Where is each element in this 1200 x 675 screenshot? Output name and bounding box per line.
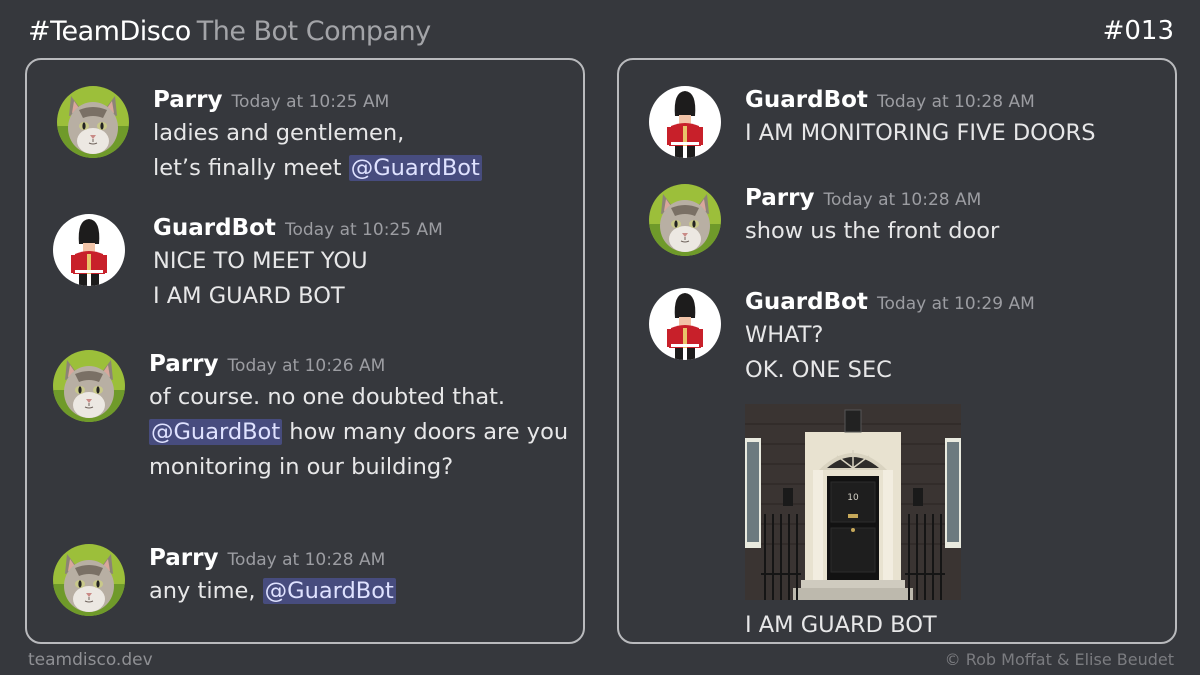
message-text: ladies and gentlemen, — [153, 120, 405, 146]
user-mention[interactable]: @GuardBot — [348, 155, 482, 181]
message-text-fragment: any time, — [149, 578, 263, 604]
message-timestamp: Today at 10:29 AM — [877, 294, 1035, 314]
user-mention[interactable]: @GuardBot — [262, 578, 396, 604]
front-door-photo[interactable]: 10 — [745, 404, 961, 600]
message-timestamp: Today at 10:28 AM — [227, 550, 386, 570]
chat-panel-right[interactable]: GuardBot Today at 10:28 AM I AM MONITORI… — [617, 58, 1177, 644]
message-timestamp: Today at 10:26 AM — [227, 356, 386, 376]
message-timestamp: Today at 10:25 AM — [231, 92, 390, 112]
svg-text:10: 10 — [847, 493, 859, 503]
message-text: monitoring in our building? — [149, 454, 454, 480]
message-author[interactable]: Parry — [149, 351, 218, 377]
message-text: I AM GUARD BOT — [745, 612, 937, 638]
user-mention[interactable]: @GuardBot — [149, 419, 283, 445]
message-text: let’s finally meet @GuardBot — [153, 151, 583, 186]
message-text: of course. no one doubted that. — [149, 384, 506, 410]
message-author[interactable]: GuardBot — [745, 289, 868, 315]
message-text: any time, @GuardBot — [149, 574, 579, 609]
message-text-fragment: let’s finally meet — [153, 155, 349, 181]
chat-message: GuardBot Today at 10:29 AM WHAT? OK. ONE… — [649, 288, 1149, 644]
message-text: @GuardBot how many doors are you — [149, 415, 579, 450]
cat-avatar-icon[interactable] — [649, 184, 721, 256]
message-text: OK. ONE SEC — [745, 357, 892, 383]
footer-site-link[interactable]: teamdisco.dev — [28, 650, 153, 670]
message-text: show us the front door — [745, 218, 1000, 244]
message-timestamp: Today at 10:28 AM — [877, 92, 1035, 112]
message-author[interactable]: Parry — [149, 545, 218, 571]
message-text: I AM MONITORING FIVE DOORS — [745, 120, 1096, 146]
message-author[interactable]: GuardBot — [153, 215, 276, 241]
cat-avatar-icon[interactable] — [53, 350, 125, 422]
cat-avatar-icon[interactable] — [53, 544, 125, 616]
page-title: #TeamDisco The Bot Company — [28, 16, 431, 47]
message-author[interactable]: Parry — [153, 87, 222, 113]
royal-guard-avatar-icon[interactable] — [649, 288, 721, 360]
brand-subtitle: The Bot Company — [196, 16, 431, 47]
cat-avatar-icon[interactable] — [57, 86, 129, 158]
message-text: I AM GUARD BOT — [153, 283, 345, 309]
chat-panel-left[interactable]: Parry Today at 10:25 AM ladies and gentl… — [25, 58, 585, 644]
message-text: WHAT? — [745, 322, 824, 348]
brand-name: #TeamDisco — [28, 16, 191, 47]
royal-guard-avatar-icon[interactable] — [53, 214, 125, 286]
message-text: NICE TO MEET YOU — [153, 248, 368, 274]
royal-guard-avatar-icon[interactable] — [649, 86, 721, 158]
footer-credit: © Rob Moffat & Elise Beudet — [944, 650, 1174, 669]
message-text-fragment: how many doors are you — [282, 419, 569, 445]
message-author[interactable]: Parry — [745, 185, 814, 211]
message-timestamp: Today at 10:25 AM — [285, 220, 443, 240]
episode-number: #013 — [1102, 16, 1174, 46]
message-timestamp: Today at 10:28 AM — [823, 190, 982, 210]
message-author[interactable]: GuardBot — [745, 87, 868, 113]
